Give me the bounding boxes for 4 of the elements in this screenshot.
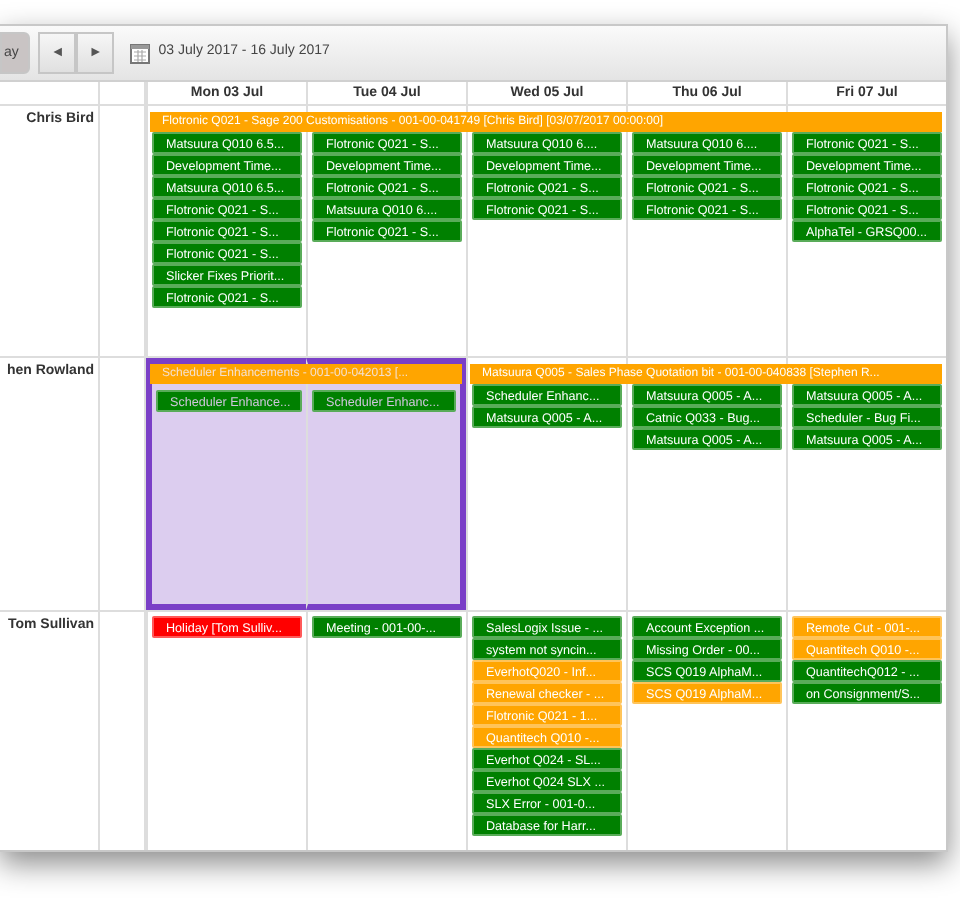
calendar-icon[interactable] [130, 42, 151, 64]
header-cell [0, 82, 100, 106]
day-cell[interactable] [466, 612, 626, 850]
header-cell [100, 82, 146, 106]
